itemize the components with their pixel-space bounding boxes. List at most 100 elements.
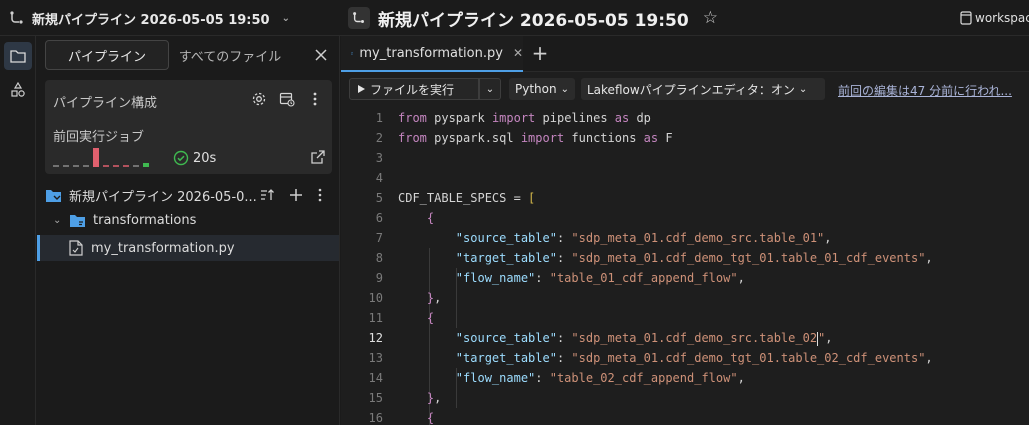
editor: my_transformation.py ✕ + ファイルを実行 ⌄ Pytho…: [341, 36, 1029, 425]
code-token: pyspark: [426, 111, 492, 125]
code-line: "source_table": "sdp_meta_01.cdf_demo_sr…: [398, 328, 833, 348]
code-line: from pyspark.sql import functions as F: [398, 128, 673, 148]
code-token: ,: [825, 331, 833, 345]
star-icon[interactable]: ☆: [703, 8, 718, 28]
run-file-button[interactable]: ファイルを実行: [349, 78, 479, 100]
code-area[interactable]: 1 from pyspark import pipelines as dp 2 fro…: [341, 108, 1029, 425]
pipeline-config-card: パイプライン構成 前回実行ジョブ 20s: [45, 80, 332, 174]
shapes-button[interactable]: [4, 76, 32, 104]
top-bar: 新規パイプライン 2026-05-05 19:50 ⌄ 新規パイプライン 202…: [0, 0, 1029, 36]
line-number: 13: [368, 351, 383, 365]
code-token: dp: [629, 111, 651, 125]
line-number: 10: [368, 291, 383, 305]
chevron-down-icon: ⌄: [560, 83, 569, 95]
tab-all-files[interactable]: すべてのファイル: [169, 40, 291, 70]
line-number: 2: [375, 131, 383, 145]
line-number: 6: [375, 211, 383, 225]
config-title: パイプライン構成: [53, 96, 158, 111]
pipeline-icon: [8, 9, 26, 27]
tab-pipeline[interactable]: パイプライン: [45, 40, 169, 70]
code-token: :: [535, 271, 550, 285]
chevron-down-icon: ⌄: [281, 12, 290, 24]
close-tab-icon[interactable]: ✕: [513, 46, 523, 60]
code-line: "flow_name": "table_02_cdf_append_flow",: [398, 368, 745, 388]
file-label: my_transformation.py: [91, 240, 235, 256]
editor-tab-label: my_transformation.py: [359, 45, 503, 61]
chevron-down-icon: ⌄: [485, 83, 495, 95]
close-icon[interactable]: [312, 46, 330, 64]
more-vertical-icon[interactable]: [311, 91, 319, 107]
check-circle-icon: [173, 150, 189, 166]
code-token: {: [426, 411, 435, 425]
code-token: "sdp_meta_01.cdf_demo_tgt_01.table_02_cd…: [571, 351, 926, 365]
pipeline-selector[interactable]: 新規パイプライン 2026-05-05 19:50 ⌄: [8, 0, 290, 36]
run-options-button[interactable]: ⌄: [479, 78, 501, 100]
editor-tab-my-transformation[interactable]: my_transformation.py ✕: [341, 36, 523, 72]
code-token: ,: [434, 291, 442, 305]
run-file-label: ファイルを実行: [370, 82, 455, 97]
code-token: ,: [737, 271, 745, 285]
code-token: import: [520, 131, 565, 145]
code-line: "source_table": "sdp_meta_01.cdf_demo_sr…: [398, 228, 832, 248]
code-token: CDF_TABLE_SPECS =: [398, 191, 529, 205]
python-file-icon: [69, 240, 83, 256]
more-vertical-icon[interactable]: [317, 188, 323, 202]
plus-icon[interactable]: [289, 188, 303, 202]
code-token: as: [614, 111, 630, 125]
code-token: :: [556, 231, 572, 245]
schedule-icon[interactable]: [279, 91, 295, 107]
line-number: 9: [375, 271, 383, 285]
tree-file-my-transformation[interactable]: my_transformation.py: [37, 235, 339, 261]
workspace-label: workspac: [975, 11, 1029, 25]
code-token: as: [643, 131, 659, 145]
workspace-link[interactable]: workspac: [960, 0, 1029, 36]
code-token: "flow_name": [455, 371, 536, 385]
explorer-button[interactable]: [4, 42, 32, 70]
code-line: from pyspark import pipelines as dp: [398, 108, 651, 128]
code-token: :: [556, 331, 572, 345]
tree-folder-transformations[interactable]: ⌄ transformations: [37, 207, 339, 233]
folder-icon: [10, 50, 26, 63]
code-line: },: [398, 288, 441, 308]
shapes-icon: [11, 82, 25, 97]
code-token: "source_table": [455, 231, 557, 245]
add-tab-icon[interactable]: +: [531, 43, 549, 63]
editor-toolbar: ファイルを実行 ⌄ Python ⌄ Lakeflowパイプラインエディタ：オン…: [341, 76, 1029, 104]
code-line: CDF_TABLE_SPECS = [: [398, 188, 535, 208]
code-token: "table_01_cdf_append_flow": [549, 271, 738, 285]
line-number: 7: [375, 231, 383, 245]
line-number: 1: [375, 111, 383, 125]
pipeline-icon: [348, 7, 370, 29]
code-token: ,: [824, 231, 832, 245]
code-line: {: [398, 308, 434, 328]
code-line: {: [398, 408, 434, 425]
open-external-icon[interactable]: [311, 150, 325, 164]
folder-icon: [70, 214, 85, 227]
code-line: "target_table": "sdp_meta_01.cdf_demo_tg…: [398, 248, 933, 268]
center-title-area: 新規パイプライン 2026-05-05 19:50 ☆: [348, 0, 718, 36]
code-token: "flow_name": [455, 271, 536, 285]
gear-icon[interactable]: [251, 91, 267, 107]
code-token: ,: [434, 391, 442, 405]
lakeflow-editor-toggle[interactable]: Lakeflowパイプラインエディタ：オン ⌄: [581, 78, 825, 100]
sort-icon[interactable]: [259, 187, 275, 203]
chevron-down-icon: ⌄: [798, 83, 808, 95]
language-select[interactable]: Python ⌄: [509, 78, 575, 100]
sidebar-tabs: パイプライン すべてのファイル: [45, 40, 291, 70]
line-number: 4: [375, 171, 383, 185]
line-number: 16: [368, 411, 383, 425]
last-edit-link[interactable]: 前回の編集は47 分前に行われ...: [838, 82, 1028, 99]
line-number: 12: [368, 331, 383, 345]
tree-root[interactable]: 新規パイプライン 2026-05-0...: [37, 182, 339, 208]
line-number: 14: [368, 371, 383, 385]
code-token: F: [658, 131, 673, 145]
run-history-bars[interactable]: [53, 144, 163, 168]
